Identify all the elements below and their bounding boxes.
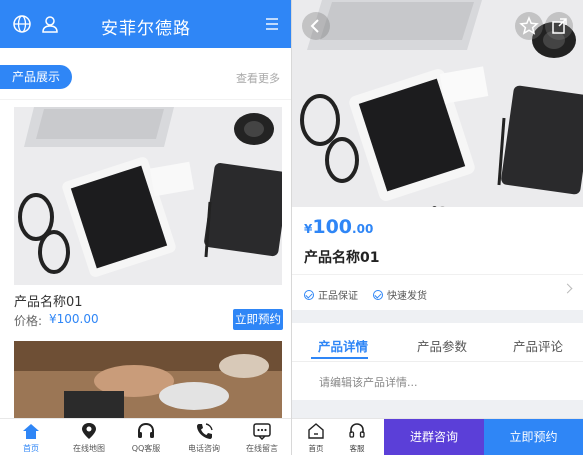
chat-icon [252, 422, 272, 441]
footer-service-label: 客服 [349, 444, 365, 453]
nav-map[interactable]: 在线地图 [60, 419, 118, 455]
phone-icon [194, 422, 214, 440]
footer-service[interactable]: 客服 [340, 419, 374, 455]
product-name[interactable]: 产品名称01 [14, 291, 83, 310]
favorite-button[interactable] [515, 12, 543, 40]
nav-label: 首页 [23, 444, 39, 453]
check-circle-icon [304, 290, 314, 300]
map-pin-icon [79, 422, 99, 440]
tab-reviews[interactable]: 产品评论 [513, 336, 563, 355]
headset-icon [349, 422, 365, 444]
tab-details[interactable]: 产品详情 [318, 336, 368, 355]
guarantee-row[interactable]: 正品保证 快速发货 [292, 274, 583, 310]
product-price: ¥100.00 [49, 312, 99, 326]
tab-params[interactable]: 产品参数 [417, 336, 467, 355]
guarantee-label: 快速发货 [387, 291, 427, 302]
star-icon [515, 16, 543, 44]
section-label: 产品展示 [0, 65, 72, 89]
share-button[interactable] [545, 12, 573, 40]
nav-home[interactable]: 首页 [2, 419, 60, 455]
nav-label: 在线留言 [246, 444, 278, 453]
home-page: 安菲尔德路 产品展示 查看更多 产品名称01 价格: ¥100.00 立即预约 … [0, 0, 292, 455]
price-decimal: .00 [352, 222, 374, 236]
book-now-button[interactable]: 立即预约 [233, 309, 283, 330]
guarantee-label: 正品保证 [318, 291, 358, 302]
footer-home-label: 首页 [308, 444, 324, 453]
detail-product-name: 产品名称01 [304, 250, 380, 266]
reserve-now-button[interactable]: 立即预约 [484, 419, 583, 455]
nav-label: 在线地图 [73, 444, 105, 453]
home-icon [21, 422, 41, 440]
app-title: 安菲尔德路 [101, 19, 191, 39]
footer-home[interactable]: 首页 [299, 419, 333, 455]
detail-footer: 首页 客服 进群咨询 立即预约 [292, 418, 583, 455]
detail-price: ¥100.00 [304, 216, 373, 238]
app-header: 安菲尔德路 [0, 0, 292, 48]
price-integer: 100 [312, 216, 353, 238]
nav-message[interactable]: 在线留言 [233, 419, 291, 455]
active-tab-indicator [311, 357, 368, 359]
share-icon [545, 18, 573, 44]
product-image-2[interactable] [14, 341, 282, 421]
price-label: 价格: [14, 314, 43, 328]
check-circle-icon [373, 290, 383, 300]
nav-label: QQ客服 [131, 444, 161, 453]
nav-phone[interactable]: 电话咨询 [175, 419, 233, 455]
screen: 安菲尔德路 产品展示 查看更多 产品名称01 价格: ¥100.00 立即预约 … [0, 0, 583, 455]
join-group-consult-button[interactable]: 进群咨询 [384, 419, 484, 455]
nav-qq-service[interactable]: QQ客服 [117, 419, 175, 455]
product-image[interactable] [14, 107, 282, 285]
home-outline-icon [308, 422, 324, 444]
back-button[interactable] [302, 12, 330, 40]
detail-content: 请编辑该产品详情... [292, 362, 583, 400]
guarantee-shipping: 快速发货 [373, 287, 427, 302]
guarantee-authentic: 正品保证 [304, 287, 358, 302]
product-detail-page: ¥100.00 产品名称01 正品保证 快速发货 产品详情 产品参数 产品评论 … [292, 0, 583, 455]
nav-label: 电话咨询 [188, 444, 220, 453]
menu-icon[interactable] [262, 14, 282, 34]
headset-icon [136, 422, 156, 440]
bottom-nav: 首页 在线地图 QQ客服 电话咨询 在线留言 [0, 418, 292, 455]
more-link[interactable]: 查看更多 [236, 70, 280, 86]
detail-placeholder: 请编辑该产品详情... [319, 376, 418, 389]
